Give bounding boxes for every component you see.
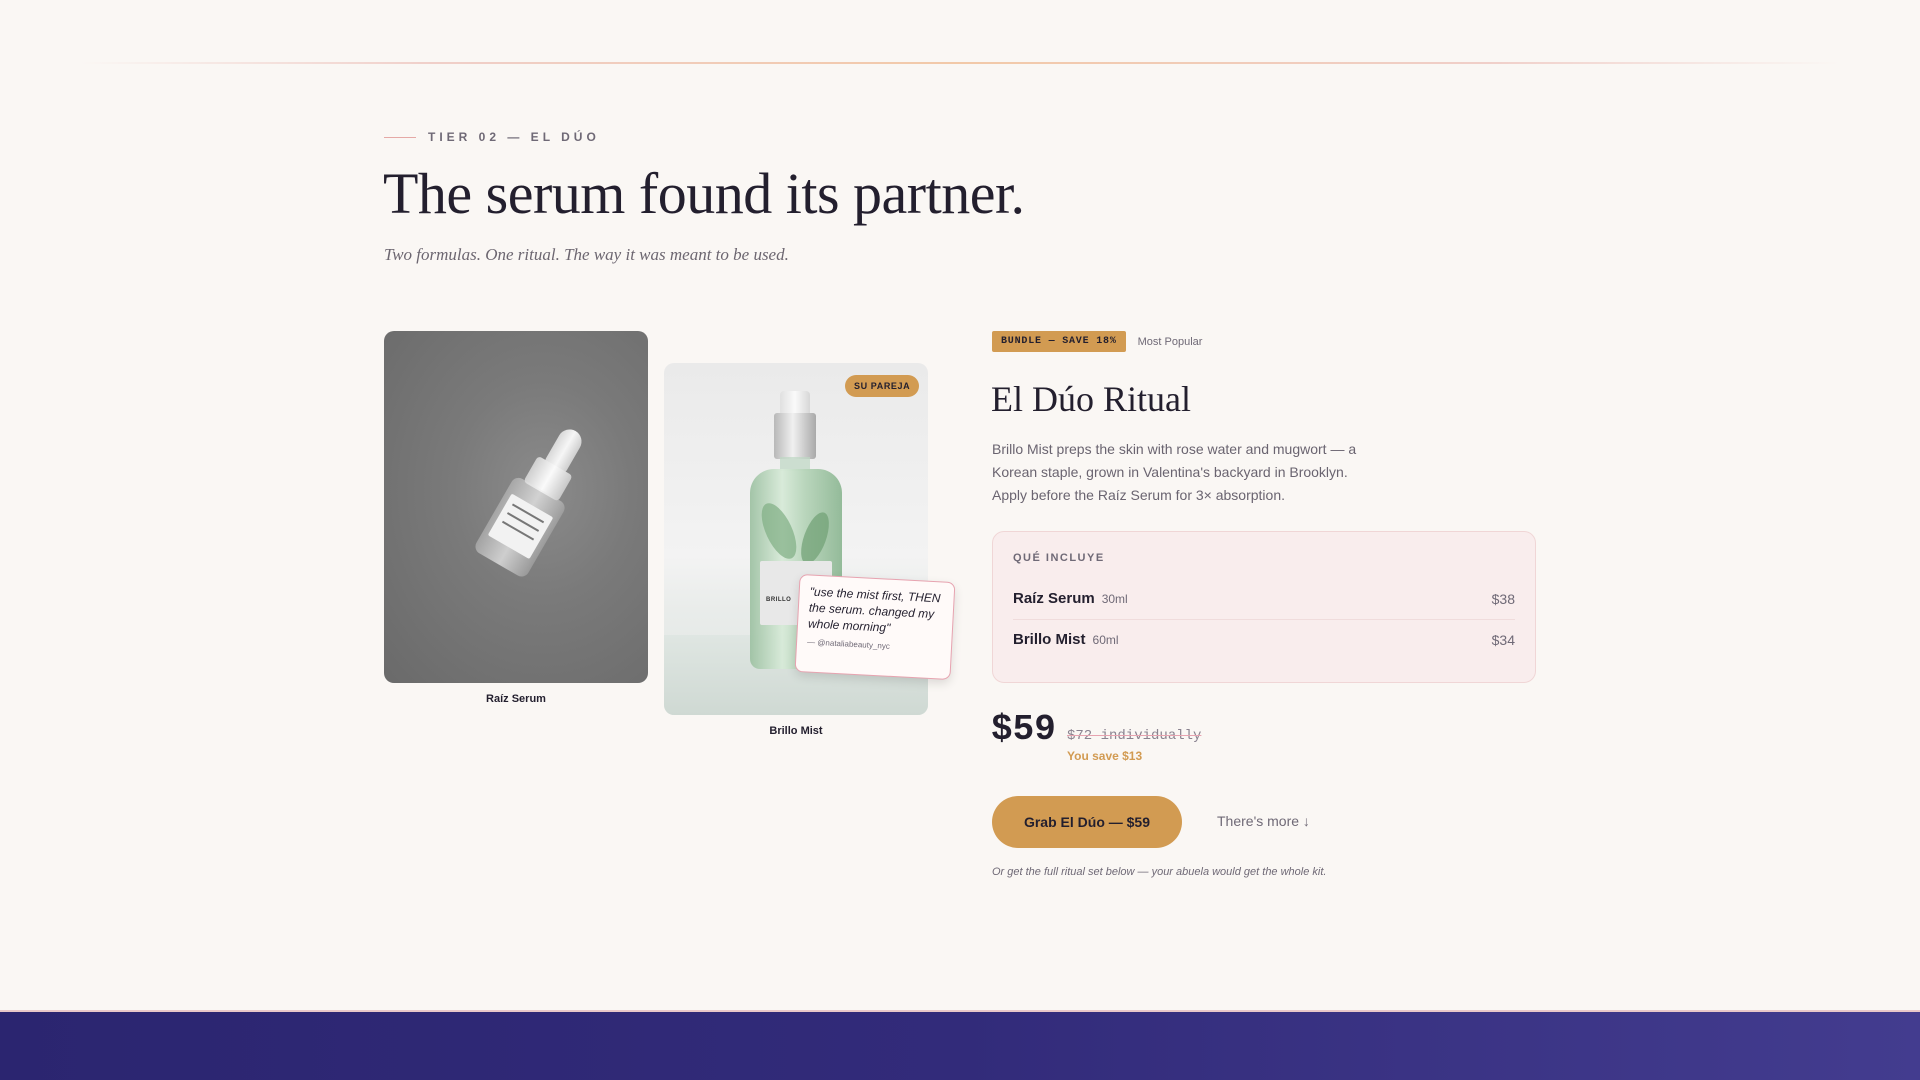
page-subtitle: Two formulas. One ritual. The way it was… bbox=[384, 245, 789, 264]
bottle-label-text: BRILLO bbox=[766, 597, 792, 603]
item-name: Brillo Mist bbox=[1013, 631, 1086, 648]
item-price: $34 bbox=[1491, 632, 1515, 648]
full-ritual-note: Or get the full ritual set below — your … bbox=[992, 866, 1327, 878]
bundle-description: Brillo Mist preps the skin with rose wat… bbox=[992, 441, 1357, 503]
eyebrow-dash bbox=[384, 136, 416, 138]
theres-more-link[interactable]: There's more ↓ bbox=[1217, 813, 1310, 829]
grab-el-duo-button[interactable]: Grab El Dúo — $59 bbox=[992, 796, 1182, 848]
testimonial-author: — @nataliabeauty_nyc bbox=[806, 637, 891, 651]
eyebrow: TIER 02 — EL DÚO bbox=[384, 130, 600, 144]
raiz-serum-label: Raíz Serum bbox=[486, 693, 546, 705]
item-name: Raíz Serum bbox=[1013, 589, 1095, 607]
raiz-serum-image[interactable] bbox=[384, 331, 648, 683]
list-item: Brillo Mist 60ml $34 bbox=[1013, 619, 1515, 660]
dropper-bottle-illustration bbox=[437, 403, 631, 619]
brillo-mist-label: Brillo Mist bbox=[769, 725, 823, 737]
includes-panel: QUÉ INCLUYE Raíz Serum 30ml $38 Brillo Mi… bbox=[992, 531, 1536, 683]
item-size: 30ml bbox=[1101, 591, 1128, 606]
testimonial-quote: "use the mist first, THEN the serum. cha… bbox=[807, 584, 941, 635]
bundle-price: $59 bbox=[991, 709, 1056, 750]
bundle-title: El Dúo Ritual bbox=[991, 379, 1191, 419]
testimonial-card: "use the mist first, THEN the serum. cha… bbox=[794, 573, 956, 681]
savings-text: You save $13 bbox=[1067, 749, 1143, 763]
su-pareja-badge: SU PAREJA bbox=[845, 375, 920, 397]
footer-band bbox=[0, 1010, 1920, 1080]
bundle-badge-row: BUNDLE — SAVE 18% Most Popular bbox=[992, 331, 1202, 352]
most-popular-tag: Most Popular bbox=[1137, 335, 1203, 348]
item-price: $38 bbox=[1491, 590, 1515, 607]
original-price: $72 individually bbox=[1067, 728, 1202, 744]
eyebrow-text: TIER 02 — EL DÚO bbox=[428, 130, 600, 144]
bundle-save-badge: BUNDLE — SAVE 18% bbox=[992, 331, 1126, 352]
list-item: Raíz Serum 30ml $38 bbox=[1013, 578, 1515, 619]
top-divider bbox=[80, 62, 1840, 64]
item-size: 60ml bbox=[1092, 633, 1119, 647]
includes-title: QUÉ INCLUYE bbox=[1013, 552, 1105, 564]
page-title: The serum found its partner. bbox=[383, 161, 1025, 226]
